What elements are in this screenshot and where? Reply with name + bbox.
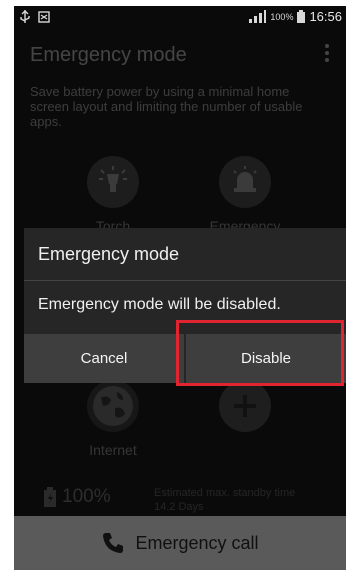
status-time: 16:56 <box>309 9 342 24</box>
cancel-button[interactable]: Cancel <box>24 334 184 383</box>
dialog-divider <box>24 280 346 281</box>
phone-icon <box>103 533 124 553</box>
highlight-box <box>176 320 344 386</box>
phone-screen: 100% 16:56 Emergency mode Save battery p… <box>14 6 346 570</box>
battery-icon <box>297 10 306 23</box>
dialog-message: Emergency mode will be disabled. <box>38 296 281 313</box>
usb-icon <box>20 10 30 23</box>
signal-icon <box>249 10 267 23</box>
dialog-title: Emergency mode <box>38 244 180 264</box>
notification-icon <box>38 11 50 23</box>
status-bar: 100% 16:56 <box>14 6 346 30</box>
emergency-call-button[interactable]: Emergency call <box>14 516 346 570</box>
emergency-call-label: Emergency call <box>135 532 259 553</box>
status-battery-percent: 100% <box>270 11 294 22</box>
